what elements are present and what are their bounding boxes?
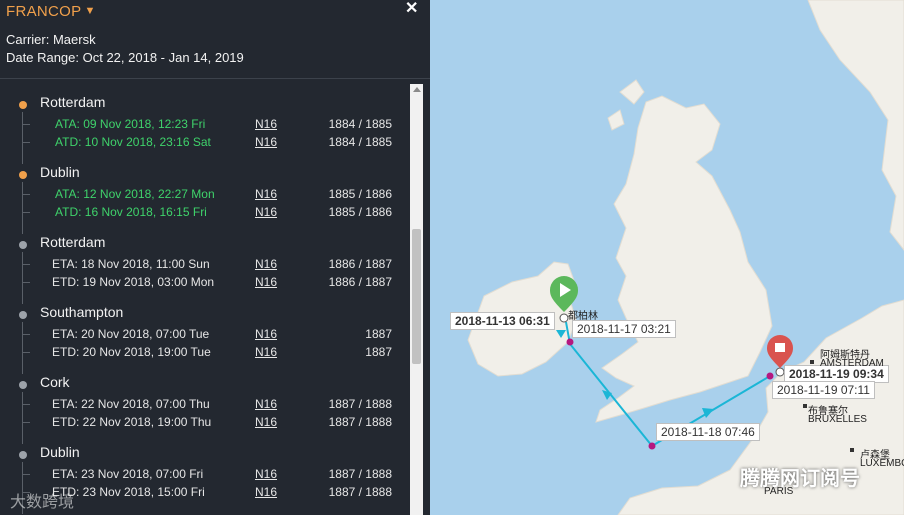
- waypoint-ring: [775, 367, 785, 377]
- port-dot-planned-icon: [19, 311, 27, 319]
- service-link[interactable]: N16: [255, 205, 277, 219]
- port-dot-planned-icon: [19, 451, 27, 459]
- carrier-text: Carrier: Maersk: [6, 32, 96, 47]
- voyage-number: 1884 / 1885: [328, 117, 392, 131]
- date-range-text: Date Range: Oct 22, 2018 - Jan 14, 2019: [6, 50, 244, 65]
- schedule-time: ETA: 18 Nov 2018, 11:00 Sun: [52, 257, 210, 271]
- schedule-time: ETA: 23 Nov 2018, 07:00 Fri: [52, 467, 204, 481]
- label-start-time: 2018-11-13 06:31: [450, 312, 555, 330]
- voyage-number: 1887: [365, 345, 392, 359]
- service-link[interactable]: N16: [255, 397, 277, 411]
- city-label-brussels: BRUXELLES: [808, 414, 867, 425]
- label-time-1117: 2018-11-17 03:21: [572, 320, 676, 338]
- schedule-row: ATD: 10 Nov 2018, 23:16 Sat N16 1884 / 188…: [0, 135, 408, 153]
- scotland-islands-land: [607, 79, 645, 131]
- scandinavia-land: [807, 0, 904, 251]
- voyage-number: 1887 / 1888: [328, 415, 392, 429]
- city-label-luxembourg: LUXEMBOU: [860, 458, 904, 469]
- voyage-number: 1887 / 1888: [328, 485, 392, 499]
- voyage-number: 1887: [365, 327, 392, 341]
- schedule-row: ATA: 12 Nov 2018, 22:27 Mon N16 1885 / 188…: [0, 187, 408, 205]
- schedule-time: ETD: 19 Nov 2018, 03:00 Mon: [52, 275, 215, 289]
- service-link[interactable]: N16: [255, 135, 277, 149]
- voyage-number: 1887 / 1888: [328, 397, 392, 411]
- schedule-time: ATD: 16 Nov 2018, 16:15 Fri: [55, 205, 207, 219]
- scrollbar[interactable]: [410, 84, 423, 515]
- vessel-name: FRANCOP: [6, 3, 82, 20]
- city-marker: [803, 404, 807, 408]
- label-time-1118: 2018-11-18 07:46: [656, 423, 760, 441]
- port-call-list[interactable]: Rotterdam ATA: 09 Nov 2018, 12:23 Fri N16 1…: [0, 84, 408, 515]
- schedule-time: ETD: 20 Nov 2018, 19:00 Tue: [52, 345, 211, 359]
- schedule-time: ETA: 22 Nov 2018, 07:00 Thu: [52, 397, 210, 411]
- service-link[interactable]: N16: [255, 117, 277, 131]
- scrollbar-thumb[interactable]: [412, 229, 421, 364]
- service-link[interactable]: N16: [255, 485, 277, 499]
- port-name: Cork: [40, 374, 70, 390]
- port-dot-completed-icon: [19, 101, 27, 109]
- route-arrow: [602, 390, 612, 400]
- voyage-number: 1884 / 1885: [328, 135, 392, 149]
- service-link[interactable]: N16: [255, 345, 277, 359]
- waypoint-ring: [559, 313, 569, 323]
- scroll-up-icon[interactable]: [413, 87, 421, 92]
- port-dot-completed-icon: [19, 171, 27, 179]
- city-label-dublin: 都柏林: [568, 311, 598, 322]
- schedule-time: ATA: 12 Nov 2018, 22:27 Mon: [55, 187, 215, 201]
- voyage-number: 1886 / 1887: [328, 257, 392, 271]
- waypoint-dot: [648, 442, 656, 450]
- schedule-time: ATD: 10 Nov 2018, 23:16 Sat: [55, 135, 211, 149]
- schedule-row: ETA: 18 Nov 2018, 11:00 Sun N16 1886 / 188…: [0, 257, 408, 275]
- schedule-row: ETD: 20 Nov 2018, 19:00 Tue N16 1887: [0, 345, 408, 363]
- service-link[interactable]: N16: [255, 187, 277, 201]
- great-britain-land: [595, 95, 773, 423]
- divider: [0, 78, 430, 79]
- city-marker: [810, 360, 814, 364]
- schedule-time: ETA: 20 Nov 2018, 07:00 Tue: [52, 327, 210, 341]
- schedule-row: ATA: 09 Nov 2018, 12:23 Fri N16 1884 / 188…: [0, 117, 408, 135]
- service-link[interactable]: N16: [255, 275, 277, 289]
- caret-down-icon: ▼: [84, 5, 96, 17]
- schedule-row: ETD: 22 Nov 2018, 19:00 Thu N16 1887 / 188…: [0, 415, 408, 433]
- schedule-time: ATA: 09 Nov 2018, 12:23 Fri: [55, 117, 206, 131]
- city-marker: [850, 448, 854, 452]
- map-view[interactable]: 2018-11-13 06:31 2018-11-17 03:21 2018-1…: [430, 0, 904, 515]
- watermark-right: 腾腾网订阅号: [740, 468, 860, 490]
- close-icon[interactable]: ✕: [405, 0, 418, 18]
- port-name: Dublin: [40, 164, 80, 180]
- schedule-row: ETA: 22 Nov 2018, 07:00 Thu N16 1887 / 188…: [0, 397, 408, 415]
- schedule-time: ETD: 22 Nov 2018, 19:00 Thu: [52, 415, 212, 429]
- schedule-row: ATD: 16 Nov 2018, 16:15 Fri N16 1885 / 188…: [0, 205, 408, 223]
- voyage-number: 1886 / 1887: [328, 275, 392, 289]
- schedule-row: ETD: 19 Nov 2018, 03:00 Mon N16 1886 / 188…: [0, 275, 408, 293]
- port-name: Dublin: [40, 444, 80, 460]
- port-name: Rotterdam: [40, 234, 106, 250]
- voyage-number: 1885 / 1886: [328, 205, 392, 219]
- port-name: Rotterdam: [40, 94, 106, 110]
- city-label-amsterdam: AMSTERDAM: [820, 358, 884, 369]
- port-name: Southampton: [40, 304, 124, 320]
- waypoint-dot: [566, 338, 574, 346]
- schedule-row: ETA: 23 Nov 2018, 07:00 Fri N16 1887 / 188…: [0, 467, 408, 485]
- port-dot-planned-icon: [19, 381, 27, 389]
- schedule-row: ETA: 20 Nov 2018, 07:00 Tue N16 1887: [0, 327, 408, 345]
- waypoint-dot: [766, 372, 774, 380]
- watermark-left: 大数跨境: [10, 494, 75, 511]
- voyage-number: 1887 / 1888: [328, 467, 392, 481]
- vessel-schedule-panel: FRANCOP ▼ ✕ Carrier: Maersk Date Range: O…: [0, 0, 430, 515]
- end-pin-icon: [767, 335, 793, 368]
- service-link[interactable]: N16: [255, 257, 277, 271]
- service-link[interactable]: N16: [255, 327, 277, 341]
- vessel-selector[interactable]: FRANCOP ▼: [6, 3, 96, 20]
- route-arrow: [702, 408, 714, 418]
- label-time-1119: 2018-11-19 07:11: [772, 381, 875, 399]
- port-dot-planned-icon: [19, 241, 27, 249]
- voyage-number: 1885 / 1886: [328, 187, 392, 201]
- service-link[interactable]: N16: [255, 467, 277, 481]
- schedule-time: ETD: 23 Nov 2018, 15:00 Fri: [52, 485, 205, 499]
- service-link[interactable]: N16: [255, 415, 277, 429]
